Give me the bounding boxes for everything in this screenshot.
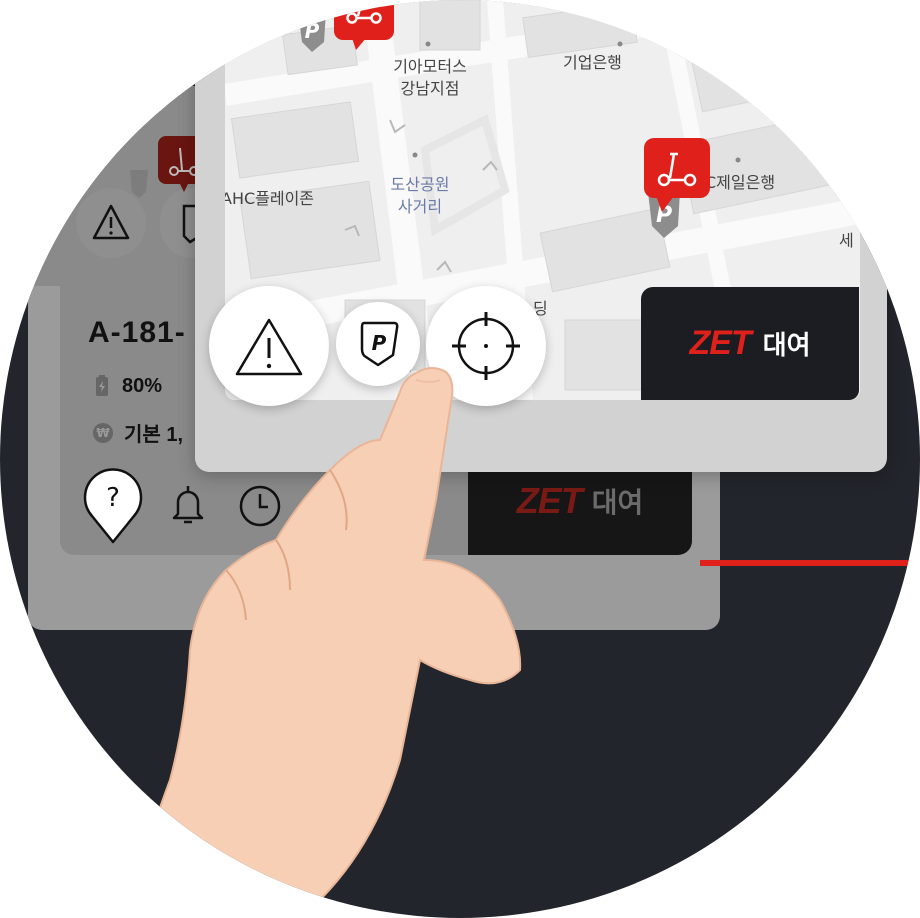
zoom-circle: A-181- 80% ₩ 기본 1, ? ZET 대여 기아모터스 강남지점 기… xyxy=(0,0,920,918)
pointing-hand xyxy=(128,367,522,918)
